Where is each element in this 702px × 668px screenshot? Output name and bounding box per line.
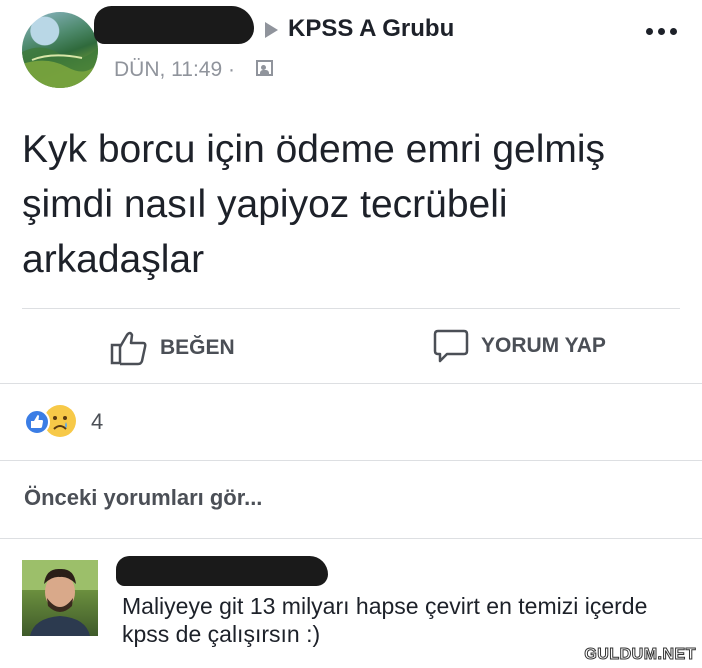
divider: [0, 383, 702, 384]
like-button[interactable]: BEĞEN: [110, 330, 235, 366]
divider: [22, 308, 680, 309]
redacted-commenter-name: [116, 556, 328, 586]
comment-label: YORUM YAP: [481, 334, 606, 357]
thumbs-up-icon: [110, 331, 147, 366]
group-audience-icon: [256, 60, 273, 76]
more-options-icon[interactable]: [646, 28, 677, 35]
comment-bubble-icon: [433, 329, 469, 363]
divider: [0, 538, 702, 539]
group-avatar[interactable]: [22, 12, 98, 88]
divider: [0, 460, 702, 461]
comment-button[interactable]: YORUM YAP: [433, 328, 606, 364]
group-name-link[interactable]: KPSS A Grubu: [288, 15, 454, 43]
redacted-author-name: [94, 6, 254, 44]
like-label: BEĞEN: [160, 336, 235, 359]
post-text: Kyk borcu için ödeme emri gelmiş şimdi n…: [22, 128, 606, 281]
like-reaction-icon: [24, 409, 50, 435]
commenter-avatar[interactable]: [22, 560, 98, 636]
post-timestamp[interactable]: DÜN, 11:49 ·: [114, 58, 235, 82]
reaction-count[interactable]: 4: [91, 409, 103, 435]
watermark-logo: GULDUM.NET: [584, 646, 696, 664]
view-previous-comments-link[interactable]: Önceki yorumları gör...: [24, 485, 262, 511]
comment-text: Maliyeye git 13 milyarı hapse çevirt en …: [122, 593, 648, 647]
right-triangle-icon: [265, 22, 278, 38]
